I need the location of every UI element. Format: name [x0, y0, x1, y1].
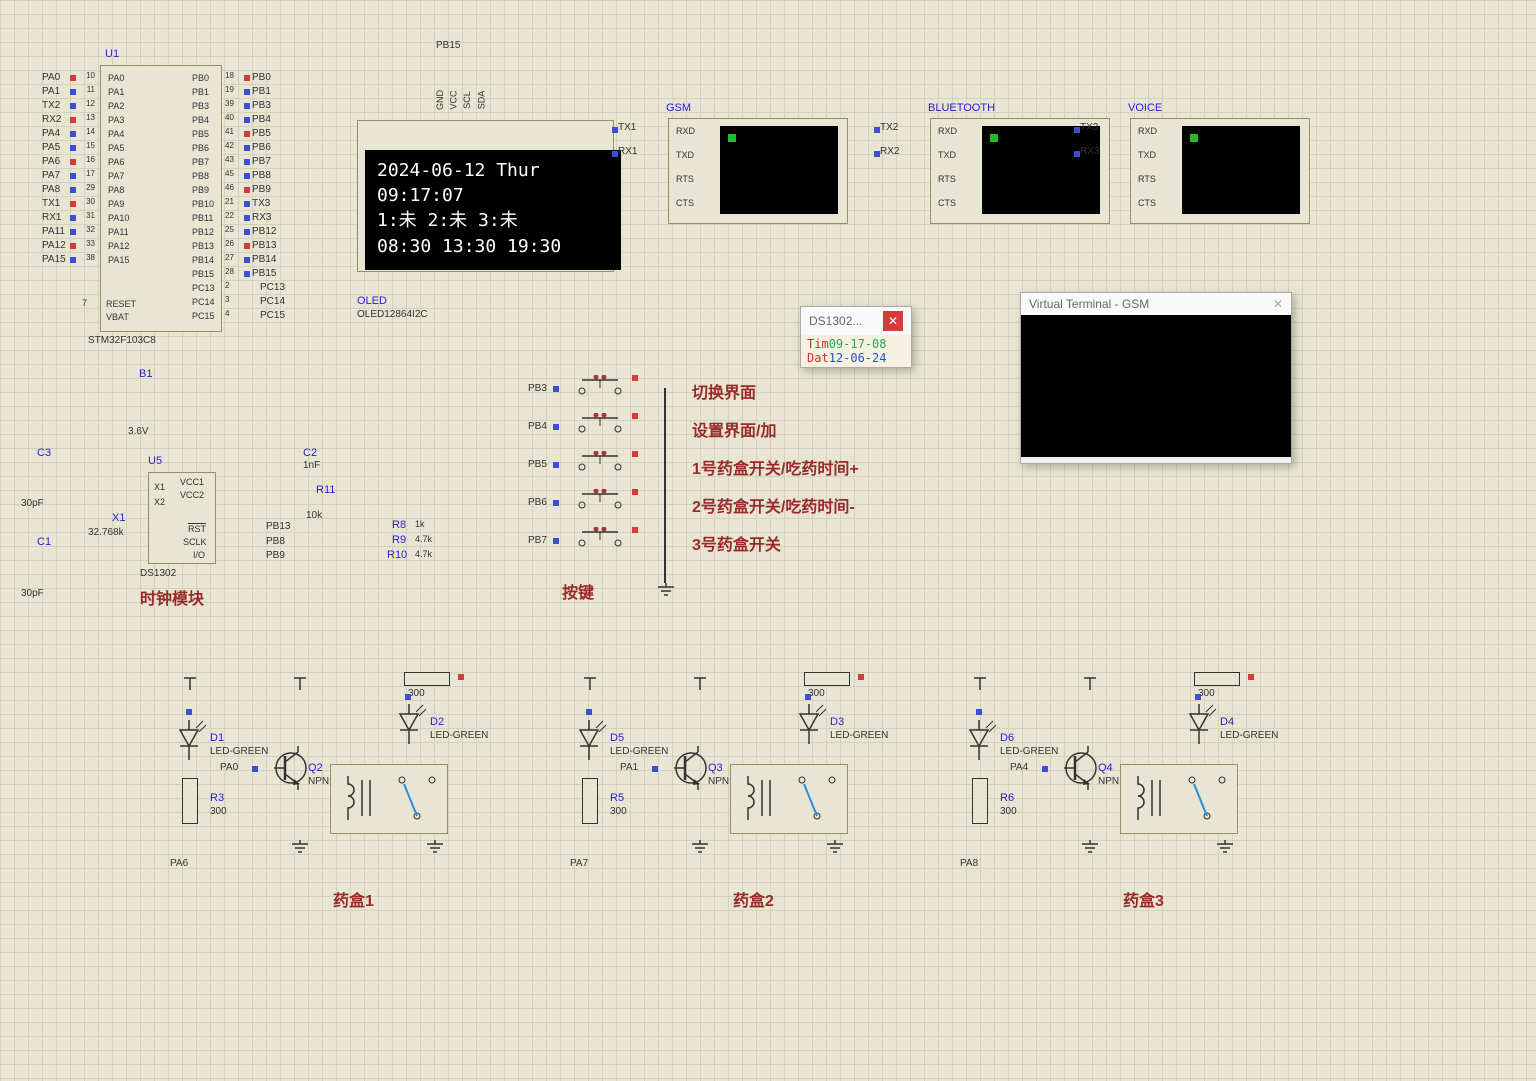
oled-pin-sda: SDA	[476, 91, 486, 110]
power-icon	[1080, 672, 1100, 693]
relay-switch-icon	[1182, 772, 1232, 827]
relay-coil-icon	[740, 776, 776, 823]
oled-pin-vcc: VCC	[449, 90, 459, 109]
oled-screen: 2024-06-12 Thur 09:17:07 1:未 2:未 3:未 08:…	[365, 150, 621, 270]
relay-coil-icon	[340, 776, 376, 823]
led-icon	[392, 704, 426, 744]
resistor-icon	[804, 672, 850, 686]
oled-type: OLED12864I2C	[357, 309, 428, 320]
r8-ref: R8	[392, 519, 406, 531]
buttons-title: 按键	[562, 579, 594, 603]
oled-net: PB15	[436, 40, 460, 51]
pillbox-title: 药盒2	[733, 887, 774, 911]
oled-pin-gnd: GND	[435, 90, 445, 110]
r9-ref: R9	[392, 534, 406, 546]
led-icon	[792, 704, 826, 744]
ground-icon	[690, 840, 710, 857]
ds1302-title: DS1302...	[809, 314, 862, 328]
close-icon[interactable]: ✕	[883, 311, 903, 331]
oled-ref: OLED	[357, 295, 387, 307]
r10-ref: R10	[387, 549, 407, 561]
power-icon	[690, 672, 710, 693]
push-button[interactable]	[572, 527, 628, 549]
oled-line2: 09:17:07	[377, 183, 609, 208]
power-icon	[290, 672, 310, 693]
u5-ref: U5	[148, 455, 162, 467]
u5-type: DS1302	[140, 568, 176, 579]
transistor-icon	[1064, 746, 1098, 793]
mcu-vbat: VBAT	[106, 312, 129, 322]
vt-close[interactable]: ✕	[1273, 297, 1283, 311]
resistor-icon	[582, 778, 598, 824]
mcu-ref: U1	[105, 48, 119, 60]
oled-pin-scl: SCL	[462, 91, 472, 109]
push-button[interactable]	[572, 451, 628, 473]
virtual-terminal[interactable]: Virtual Terminal - GSM ✕	[1020, 292, 1292, 464]
status-indicator	[1190, 134, 1198, 142]
c2-val: 1nF	[303, 460, 320, 471]
x1-val: 32.768k	[88, 527, 124, 538]
led-icon	[172, 720, 206, 760]
relay-switch-icon	[792, 772, 842, 827]
c1-val: 30pF	[21, 588, 44, 599]
ground-icon	[425, 840, 445, 857]
c3-val: 30pF	[21, 498, 44, 509]
power-icon	[180, 672, 200, 693]
resistor-icon	[1194, 672, 1240, 686]
vt-screen	[1021, 315, 1291, 457]
oled-line4: 08:30 13:30 19:30	[377, 234, 609, 259]
status-indicator	[990, 134, 998, 142]
clock-title: 时钟模块	[140, 585, 204, 609]
ground-icon	[825, 840, 845, 857]
mcu-type: STM32F103C8	[88, 335, 156, 346]
pillbox-title: 药盒1	[333, 887, 374, 911]
resistor-icon	[404, 672, 450, 686]
led-icon	[572, 720, 606, 760]
resistor-icon	[972, 778, 988, 824]
power-icon	[580, 672, 600, 693]
ground-icon	[1080, 840, 1100, 857]
c3-ref: C3	[37, 447, 51, 459]
b1-ref: B1	[139, 368, 152, 380]
c1-ref: C1	[37, 536, 51, 548]
led-icon	[962, 720, 996, 760]
oled-line3: 1:未 2:未 3:未	[377, 208, 609, 233]
ground-icon	[656, 583, 676, 600]
mcu-reset-num: 7	[82, 298, 87, 308]
oled-line1: 2024-06-12 Thur	[377, 158, 609, 183]
status-indicator	[728, 134, 736, 142]
push-button[interactable]	[572, 413, 628, 435]
push-button[interactable]	[572, 489, 628, 511]
b1-val: 3.6V	[128, 426, 149, 437]
r11-val: 10k	[306, 510, 322, 521]
ds1302-popup[interactable]: DS1302... ✕ Tim09-17-08 Dat12-06-24	[800, 306, 912, 368]
c2-ref: C2	[303, 447, 317, 459]
push-button[interactable]	[572, 375, 628, 397]
r11-ref: R11	[316, 484, 335, 496]
relay-coil-icon	[1130, 776, 1166, 823]
transistor-icon	[674, 746, 708, 793]
x1-ref: X1	[112, 512, 125, 524]
power-icon	[970, 672, 990, 693]
pillbox-title: 药盒3	[1123, 887, 1164, 911]
ground-icon	[290, 840, 310, 857]
relay-switch-icon	[392, 772, 442, 827]
vt-title: Virtual Terminal - GSM	[1029, 297, 1149, 311]
resistor-icon	[182, 778, 198, 824]
led-icon	[1182, 704, 1216, 744]
transistor-icon	[274, 746, 308, 793]
ground-icon	[1215, 840, 1235, 857]
mcu-reset: RESET	[106, 299, 136, 309]
